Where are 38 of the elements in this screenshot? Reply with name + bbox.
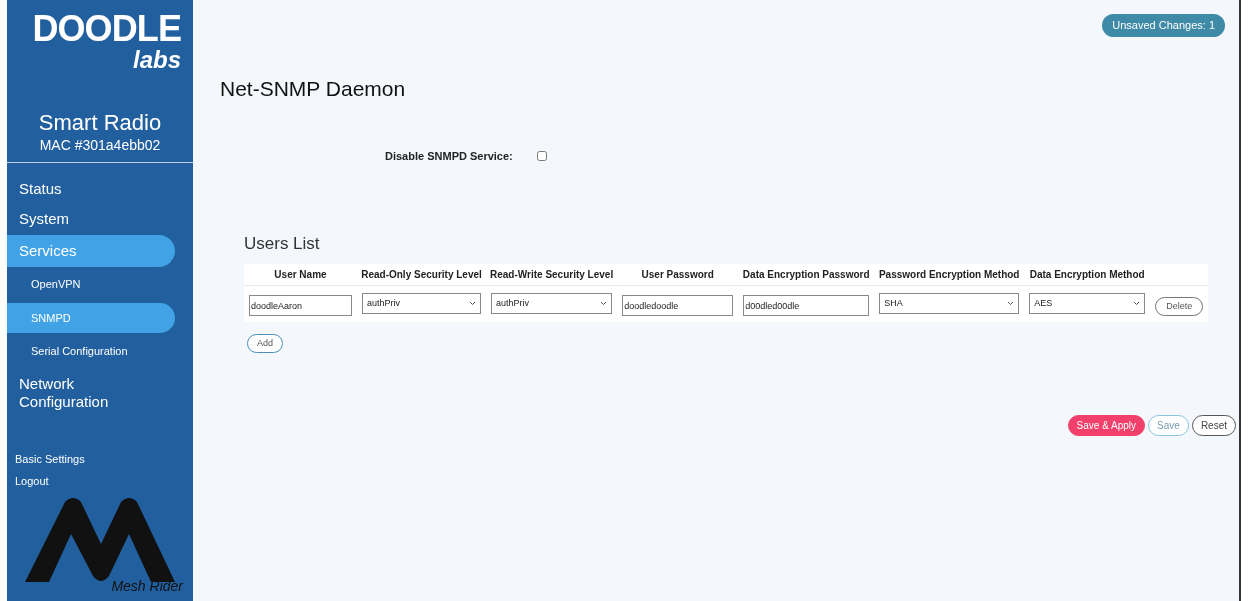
chevron-down-icon	[1133, 301, 1141, 307]
add-button[interactable]: Add	[247, 334, 283, 353]
mac-address: MAC #301a4ebb02	[39, 136, 161, 154]
sidebar-link[interactable]: Basic Settings	[15, 451, 85, 466]
nav-subitem[interactable]: Serial Configuration	[7, 336, 175, 367]
chevron-down-icon	[600, 301, 608, 307]
sidebar-link[interactable]: Logout	[15, 473, 49, 488]
nav-item[interactable]: Status	[7, 175, 175, 203]
logo-subtext: labs	[132, 48, 181, 72]
column-header: User Password	[617, 264, 739, 285]
nav-item[interactable]: Network Configuration	[7, 369, 137, 416]
logo-text: DOODLE	[32, 10, 181, 48]
section-title: Users List	[244, 232, 321, 255]
action-button[interactable]: Reset	[1191, 415, 1236, 436]
delete-button[interactable]: Delete	[1155, 296, 1204, 316]
dropdown[interactable]: authPriv	[362, 293, 481, 315]
action-button[interactable]: Save & Apply	[1067, 415, 1146, 436]
checkbox[interactable]	[536, 151, 547, 162]
nav-item[interactable]: System	[7, 205, 175, 233]
nav-subitem[interactable]: OpenVPN	[7, 269, 175, 300]
chevron-down-icon	[1007, 301, 1015, 307]
column-header: Data Encryption Method	[1024, 264, 1151, 285]
dropdown[interactable]: SHA	[879, 293, 1020, 315]
column-header: Read-Write Security Level	[486, 264, 618, 285]
text-field[interactable]: doodleAaron	[249, 295, 352, 316]
unsaved-badge: Unsaved Changes: 1	[1102, 14, 1225, 37]
column-header: Data Encryption Password	[738, 264, 875, 285]
chevron-down-icon	[469, 301, 476, 307]
dropdown[interactable]: authPriv	[491, 293, 613, 315]
field-label: Disable SNMPD Service:	[385, 149, 513, 164]
column-header: Password Encryption Method	[874, 264, 1025, 285]
text-field[interactable]: doodledoodle	[622, 295, 734, 316]
device-title: Smart Radio	[38, 110, 162, 136]
column-header: User Name	[244, 264, 357, 285]
column-header: Read-Only Security Level	[357, 264, 486, 285]
dropdown[interactable]: AES	[1029, 293, 1146, 315]
text-field[interactable]: d00dled00dle	[743, 295, 870, 316]
page-title: Net-SNMP Daemon	[220, 75, 407, 102]
